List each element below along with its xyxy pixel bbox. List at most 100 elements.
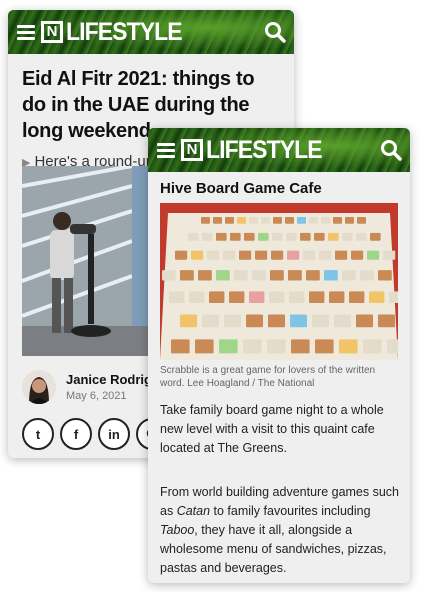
board-tile xyxy=(272,232,283,241)
board-tile xyxy=(249,291,265,303)
board-tile xyxy=(191,250,204,260)
board-tile xyxy=(349,291,365,303)
board-tile xyxy=(321,217,330,224)
board-tile xyxy=(169,291,185,303)
board-tile xyxy=(201,217,210,224)
board-tile xyxy=(195,339,214,354)
board-tile xyxy=(383,250,396,260)
board-tile xyxy=(180,314,197,328)
logo-text: LIFESTYLE xyxy=(66,17,183,46)
board-tile xyxy=(342,232,353,241)
board-tile xyxy=(162,270,176,281)
board-tile xyxy=(171,339,190,354)
board-tile xyxy=(271,250,284,260)
board-tile xyxy=(285,217,294,224)
board-tile xyxy=(269,291,285,303)
body-paragraph-1: Take family board game night to a whole … xyxy=(160,403,384,455)
board-tile xyxy=(261,217,270,224)
search-icon[interactable] xyxy=(264,21,286,43)
photo-caption: Scrabble is a great game for lovers of t… xyxy=(160,365,376,389)
board-tile xyxy=(389,291,398,303)
board-tile xyxy=(334,314,351,328)
board-tile xyxy=(188,232,199,241)
board-tile xyxy=(225,217,234,224)
board-tile xyxy=(230,232,241,241)
board-tile xyxy=(306,270,320,281)
board-tile xyxy=(229,291,245,303)
board-tile xyxy=(357,217,366,224)
section-heading: Hive Board Game Cafe xyxy=(160,180,322,197)
board-tile xyxy=(315,339,334,354)
board-tile xyxy=(356,232,367,241)
board-tile xyxy=(270,270,284,281)
board-tile xyxy=(268,314,285,328)
author-byline[interactable]: Janice Rodrigue May 6, 2021 xyxy=(22,370,167,404)
logo-text: LIFESTYLE xyxy=(206,135,323,164)
app-header: N LIFESTYLE xyxy=(8,10,294,54)
board-tile xyxy=(198,270,212,281)
logo-mark: N xyxy=(181,139,203,161)
board-tile xyxy=(345,217,354,224)
board-tile xyxy=(219,339,238,354)
board-tile xyxy=(367,250,380,260)
board-tile xyxy=(291,339,310,354)
share-buttons: t f in ✆ xyxy=(22,418,168,450)
search-icon[interactable] xyxy=(380,139,402,161)
board-tile xyxy=(244,232,255,241)
board-tile xyxy=(252,270,266,281)
board-tile xyxy=(312,314,329,328)
board-tile xyxy=(387,339,398,354)
board-tile xyxy=(202,314,219,328)
board-tile xyxy=(239,250,252,260)
board-tile xyxy=(246,314,263,328)
menu-icon[interactable] xyxy=(17,24,35,40)
menu-icon[interactable] xyxy=(157,142,175,158)
brand-logo[interactable]: N LIFESTYLE xyxy=(181,136,332,165)
board-tile xyxy=(224,314,241,328)
twitter-icon[interactable]: t xyxy=(22,418,54,450)
board-tile xyxy=(335,250,348,260)
board-tile xyxy=(255,250,268,260)
board-tile xyxy=(319,250,332,260)
board-tile xyxy=(356,314,373,328)
board-tile xyxy=(378,314,395,328)
article-card-hive: N LIFESTYLE Hive Board Game Cafe Scrabbl… xyxy=(148,128,410,583)
board-tile xyxy=(339,339,358,354)
board-tile xyxy=(290,314,307,328)
board-tile xyxy=(216,232,227,241)
para2-game-catan: Catan xyxy=(176,504,211,518)
board-tile xyxy=(249,217,258,224)
board-tile xyxy=(303,250,316,260)
board-tile xyxy=(300,232,311,241)
board-tile xyxy=(180,270,194,281)
board-tile xyxy=(189,291,205,303)
board-tile xyxy=(175,250,188,260)
board-tile xyxy=(342,270,356,281)
para2-text-end: , they have it all, alongside a wholesom… xyxy=(160,523,387,575)
logo-mark: N xyxy=(41,21,63,43)
board-tile xyxy=(309,291,325,303)
board-tile xyxy=(329,291,345,303)
board-tile xyxy=(213,217,222,224)
board-tile xyxy=(267,339,286,354)
board-tile xyxy=(243,339,262,354)
board-tile xyxy=(237,217,246,224)
board-tile xyxy=(363,339,382,354)
board-tile xyxy=(314,232,325,241)
app-header: N LIFESTYLE xyxy=(148,128,410,172)
scrabble-photo xyxy=(160,203,398,360)
board-tile xyxy=(286,232,297,241)
board-tile xyxy=(287,250,300,260)
board-tile xyxy=(216,270,230,281)
para2-game-taboo: Taboo xyxy=(160,523,195,537)
board-tile xyxy=(207,250,220,260)
brand-logo[interactable]: N LIFESTYLE xyxy=(41,18,192,47)
board-tile xyxy=(297,217,306,224)
board-tile xyxy=(333,217,342,224)
linkedin-icon[interactable]: in xyxy=(98,418,130,450)
board-tile xyxy=(202,232,213,241)
facebook-icon[interactable]: f xyxy=(60,418,92,450)
board-tile xyxy=(289,291,305,303)
board-tile xyxy=(328,232,339,241)
board-tile xyxy=(288,270,302,281)
